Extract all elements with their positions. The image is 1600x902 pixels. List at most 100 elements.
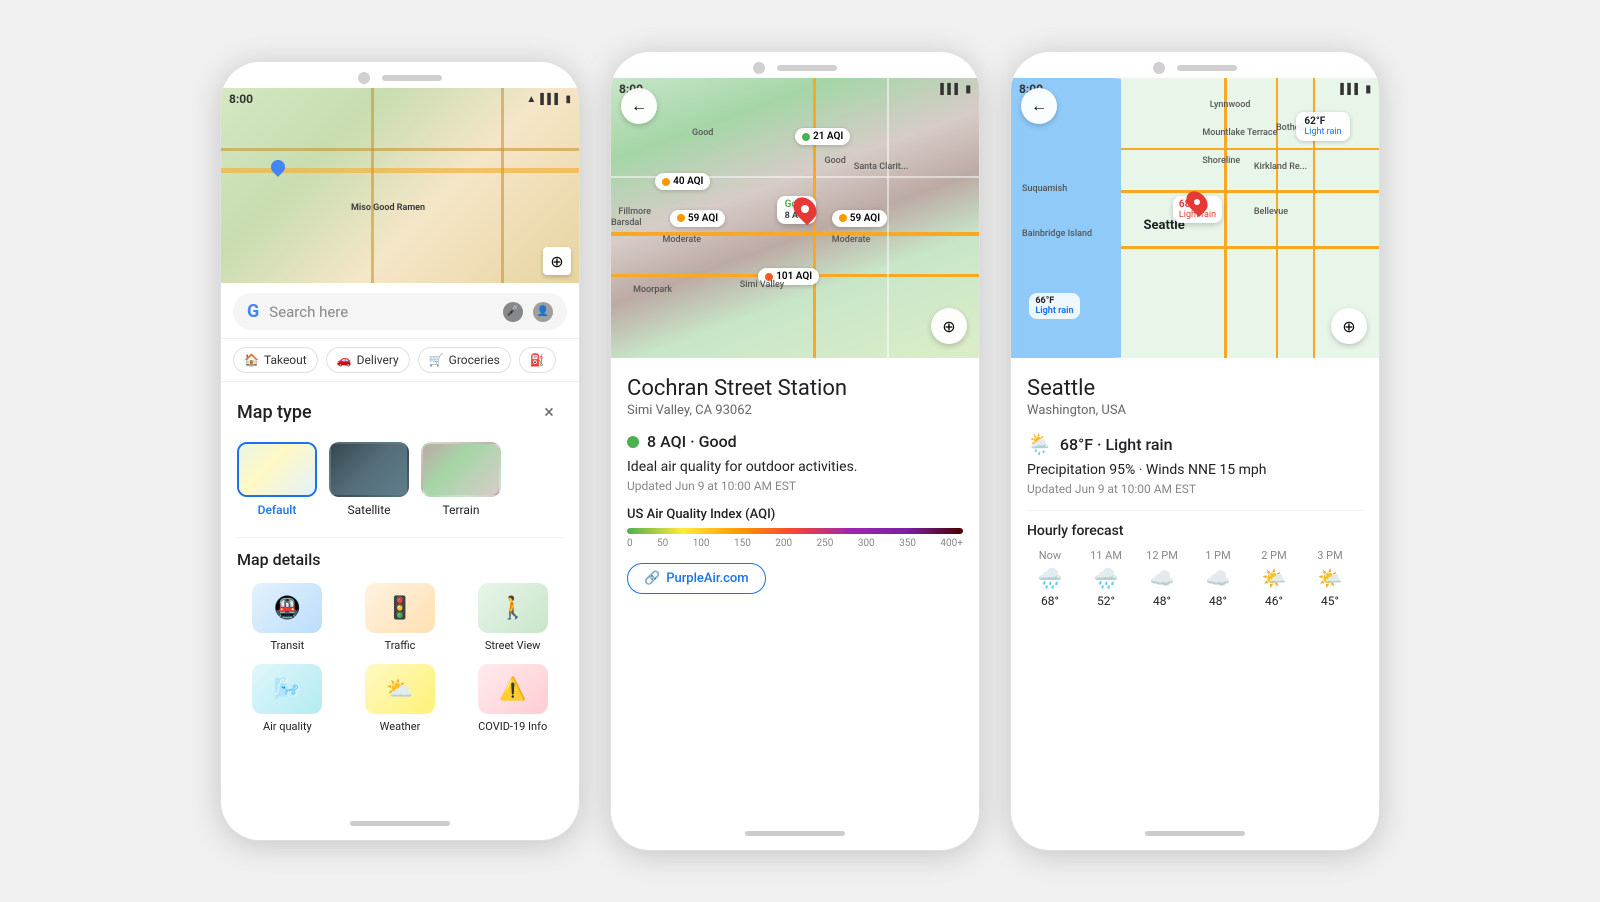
aqi-50: 50 bbox=[657, 538, 668, 549]
map-pin-2 bbox=[795, 196, 815, 222]
hour-11am-label: 11 AM bbox=[1090, 549, 1122, 562]
search-bar[interactable]: G Search here 🎤 👤 bbox=[233, 293, 567, 330]
delivery-icon: 🚗 bbox=[337, 353, 352, 367]
groceries-icon: 🛒 bbox=[429, 353, 444, 367]
weather-badge-label: Light rain bbox=[1304, 127, 1341, 137]
phone-2-bottom-bar bbox=[611, 823, 979, 850]
airquality-icon: 🌬️ bbox=[274, 677, 301, 702]
traffic-icon: 🚦 bbox=[386, 596, 413, 621]
phone-1-status-bar: 8:00 ▲ ▌▌▌ ▮ bbox=[229, 92, 571, 106]
phone-1-top-bar bbox=[221, 62, 579, 88]
chip-groceries[interactable]: 🛒 Groceries bbox=[418, 347, 511, 373]
detail-weather[interactable]: ⛅ Weather bbox=[350, 664, 451, 733]
location-button-2[interactable]: ⊕ bbox=[931, 308, 967, 344]
avatar-icon[interactable]: 👤 bbox=[533, 302, 553, 322]
phone-2-speaker bbox=[777, 65, 837, 71]
map-type-satellite[interactable]: Satellite bbox=[329, 442, 409, 517]
map-label-bainbridge: Bainbridge Island bbox=[1022, 229, 1092, 239]
detail-transit[interactable]: 🚇 Transit bbox=[237, 583, 338, 652]
phone-2-camera bbox=[753, 62, 765, 74]
phone-1-home-bar[interactable] bbox=[350, 821, 450, 826]
map-details-title: Map details bbox=[237, 550, 563, 569]
aqi-updated: Updated Jun 9 at 10:00 AM EST bbox=[627, 479, 963, 493]
phone-1-speaker bbox=[382, 75, 442, 81]
phone-3-status-icons: ▌▌▌ ▮ bbox=[1340, 82, 1371, 96]
phone-2-battery: ▮ bbox=[965, 84, 971, 95]
location-subtitle-3: Washington, USA bbox=[1027, 403, 1363, 418]
map-label-shoreline: Shoreline bbox=[1202, 156, 1240, 166]
phone-3-signal: ▌▌▌ bbox=[1340, 84, 1361, 95]
phone-3-camera bbox=[1153, 62, 1165, 74]
phone-1-map: 8:00 ▲ ▌▌▌ ▮ Miso Good Ramen ⊕ bbox=[221, 88, 579, 283]
mic-icon[interactable]: 🎤 bbox=[503, 302, 523, 322]
phone-2-signal: ▌▌▌ bbox=[940, 84, 961, 95]
chip-gas[interactable]: ⛽ bbox=[519, 347, 556, 373]
phone-3-top-bar bbox=[1011, 52, 1379, 78]
map-pin bbox=[271, 160, 285, 174]
aqi-40-label: 40 AQI bbox=[673, 176, 703, 187]
map-type-default[interactable]: Default bbox=[237, 442, 317, 517]
aqi-badge-59b: 59 AQI bbox=[832, 210, 887, 227]
phone-1-map-bg bbox=[221, 88, 579, 283]
hour-3pm: 3 PM 🌤️ 45° bbox=[1307, 549, 1353, 608]
hour-now-label: Now bbox=[1039, 549, 1061, 562]
map-type-satellite-label: Satellite bbox=[348, 503, 391, 517]
map-type-default-label: Default bbox=[258, 503, 297, 517]
aqi-description: Ideal air quality for outdoor activities… bbox=[627, 459, 963, 475]
detail-airquality[interactable]: 🌬️ Air quality bbox=[237, 664, 338, 733]
phone-2-home-bar[interactable] bbox=[745, 831, 845, 836]
back-button-2[interactable]: ← bbox=[621, 88, 657, 124]
aqi-dot-green bbox=[802, 133, 810, 141]
map-label-good2: Good bbox=[824, 156, 845, 166]
phone-3-home-bar[interactable] bbox=[1145, 831, 1245, 836]
wifi-icon: ▲ bbox=[526, 94, 536, 105]
chip-takeout[interactable]: 🏠 Takeout bbox=[233, 347, 318, 373]
transit-label: Transit bbox=[270, 639, 304, 652]
detail-traffic[interactable]: 🚦 Traffic bbox=[350, 583, 451, 652]
map-label-santa: Santa Clarit... bbox=[854, 162, 908, 172]
location-button-3[interactable]: ⊕ bbox=[1331, 308, 1367, 344]
aqi-bar bbox=[627, 528, 963, 534]
airquality-icon-box: 🌬️ bbox=[252, 664, 322, 714]
purpleair-button[interactable]: 🔗 PurpleAir.com bbox=[627, 563, 766, 594]
close-button[interactable]: × bbox=[535, 398, 563, 426]
chip-delivery[interactable]: 🚗 Delivery bbox=[326, 347, 410, 373]
map-label-bellevue: Bellevue bbox=[1254, 207, 1288, 217]
hour-now-icon: 🌧️ bbox=[1038, 566, 1063, 590]
purpleair-label: PurpleAir.com bbox=[666, 571, 748, 586]
aqi-dot-yellow-59a bbox=[677, 214, 685, 222]
hour-3pm-icon: 🌤️ bbox=[1318, 566, 1343, 590]
location-name-3: Seattle bbox=[1027, 376, 1363, 401]
hour-2pm-temp: 46° bbox=[1265, 594, 1283, 608]
map-type-terrain[interactable]: Terrain bbox=[421, 442, 501, 517]
map-label-moorpark: Moorpark bbox=[633, 285, 672, 295]
layers-button[interactable]: ⊕ bbox=[543, 247, 571, 275]
aqi-status-row: 8 AQI · Good bbox=[627, 432, 963, 451]
streetview-icon-box: 🚶 bbox=[478, 583, 548, 633]
chip-takeout-label: Takeout bbox=[264, 353, 307, 367]
aqi-200: 200 bbox=[775, 538, 792, 549]
aqi-badge-40: 40 AQI bbox=[655, 173, 710, 190]
covid-icon-box: ⚠️ bbox=[478, 664, 548, 714]
aqi-350: 350 bbox=[899, 538, 916, 549]
transit-icon: 🚇 bbox=[274, 596, 301, 621]
phone-3-content: 8:00 ▌▌▌ ▮ ← 62°F Light rain Lynnwood Mo… bbox=[1011, 78, 1379, 823]
google-logo: G bbox=[247, 301, 259, 322]
search-bar-area: G Search here 🎤 👤 bbox=[221, 283, 579, 339]
aqi-100: 100 bbox=[693, 538, 710, 549]
map-type-terrain-thumb bbox=[421, 442, 501, 497]
weather-label: Weather bbox=[380, 720, 421, 733]
phone-1-bottom-bar bbox=[221, 813, 579, 840]
search-input[interactable]: Search here bbox=[269, 303, 493, 321]
hour-2pm-icon: 🌤️ bbox=[1262, 566, 1287, 590]
back-button-3[interactable]: ← bbox=[1021, 88, 1057, 124]
detail-covid[interactable]: ⚠️ COVID-19 Info bbox=[462, 664, 563, 733]
hour-now-temp: 68° bbox=[1041, 594, 1059, 608]
hour-11am: 11 AM 🌧️ 52° bbox=[1083, 549, 1129, 608]
detail-streetview[interactable]: 🚶 Street View bbox=[462, 583, 563, 652]
weather-rain-icon: 🌦️ bbox=[1027, 432, 1052, 456]
weather-icon: ⛅ bbox=[386, 677, 413, 702]
weather-bubble-temp: 66°F bbox=[1035, 296, 1073, 306]
phone-1-icons: ▲ ▌▌▌ ▮ bbox=[526, 94, 571, 105]
panel-header: Map type × bbox=[237, 398, 563, 426]
